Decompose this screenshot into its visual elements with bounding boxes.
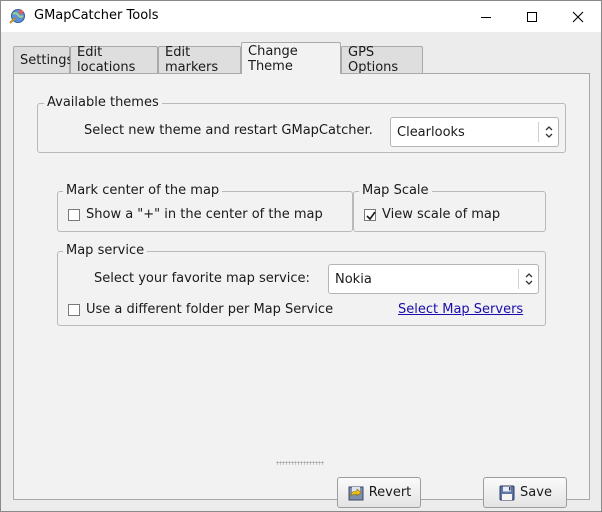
folder-per-service-label: Use a different folder per Map Service — [86, 302, 334, 317]
tab-gps-options[interactable]: GPS Options — [341, 45, 423, 75]
close-button[interactable] — [555, 1, 601, 32]
map-service-select-value: Nokia — [335, 271, 372, 287]
available-themes-group: Available themes Select new theme and re… — [37, 94, 566, 153]
window-content: Settings Edit locations Edit markers Cha… — [1, 32, 601, 511]
select-map-servers-link[interactable]: Select Map Servers — [398, 301, 523, 319]
checkmark-icon — [366, 211, 376, 221]
tab-label: Settings — [20, 52, 74, 68]
tab-label: Edit markers — [165, 45, 219, 75]
tab-edit-locations[interactable]: Edit locations — [70, 45, 158, 75]
maximize-icon — [527, 11, 537, 22]
tab-label: Edit locations — [77, 45, 136, 75]
map-service-legend: Map service — [63, 242, 148, 260]
maximize-button[interactable] — [509, 1, 555, 32]
tab-edit-markers[interactable]: Edit markers — [158, 45, 241, 75]
map-service-select[interactable]: Nokia — [328, 264, 539, 294]
title-bar: GMapCatcher Tools — [1, 1, 601, 32]
map-scale-group: Map Scale View scale of map — [353, 182, 546, 232]
center-mark-label: Show a "+" in the center of the map — [86, 207, 323, 222]
updown-arrows-icon — [538, 122, 558, 142]
folder-per-service-checkbox[interactable] — [68, 304, 80, 316]
app-window: GMapCatcher Tools Settings Edit location… — [0, 0, 602, 512]
tab-settings[interactable]: Settings — [13, 46, 74, 73]
map-service-prompt: Select your favorite map service: — [94, 271, 310, 286]
revert-button[interactable]: Revert — [337, 477, 421, 508]
globe-app-icon — [9, 8, 26, 25]
theme-select-value: Clearlooks — [397, 124, 465, 140]
tab-label: Change Theme — [248, 43, 298, 74]
minimize-button[interactable] — [463, 1, 509, 32]
close-icon — [572, 11, 584, 22]
tab-label: GPS Options — [348, 45, 399, 75]
floppy-disk-icon — [498, 484, 516, 502]
theme-prompt: Select new theme and restart GMapCatcher… — [84, 123, 373, 138]
updown-arrows-icon — [518, 269, 538, 289]
center-mark-legend: Mark center of the map — [63, 182, 223, 200]
resize-grip[interactable] — [276, 461, 324, 465]
revert-label: Revert — [368, 485, 412, 500]
window-title: GMapCatcher Tools — [34, 8, 159, 23]
center-mark-checkbox[interactable] — [68, 209, 80, 221]
map-scale-label: View scale of map — [382, 207, 501, 222]
tab-change-theme[interactable]: Change Theme — [241, 42, 341, 74]
map-service-group: Map service Select your favorite map ser… — [57, 242, 546, 326]
save-label: Save — [520, 485, 552, 500]
map-scale-legend: Map Scale — [359, 182, 432, 200]
revert-icon — [347, 484, 365, 502]
map-scale-checkbox[interactable] — [364, 209, 376, 221]
available-themes-legend: Available themes — [44, 94, 162, 112]
save-button[interactable]: Save — [483, 477, 567, 508]
minimize-icon — [481, 16, 491, 18]
center-mark-group: Mark center of the map Show a "+" in the… — [57, 182, 353, 232]
theme-select[interactable]: Clearlooks — [390, 117, 559, 147]
change-theme-panel: Available themes Select new theme and re… — [13, 73, 590, 508]
